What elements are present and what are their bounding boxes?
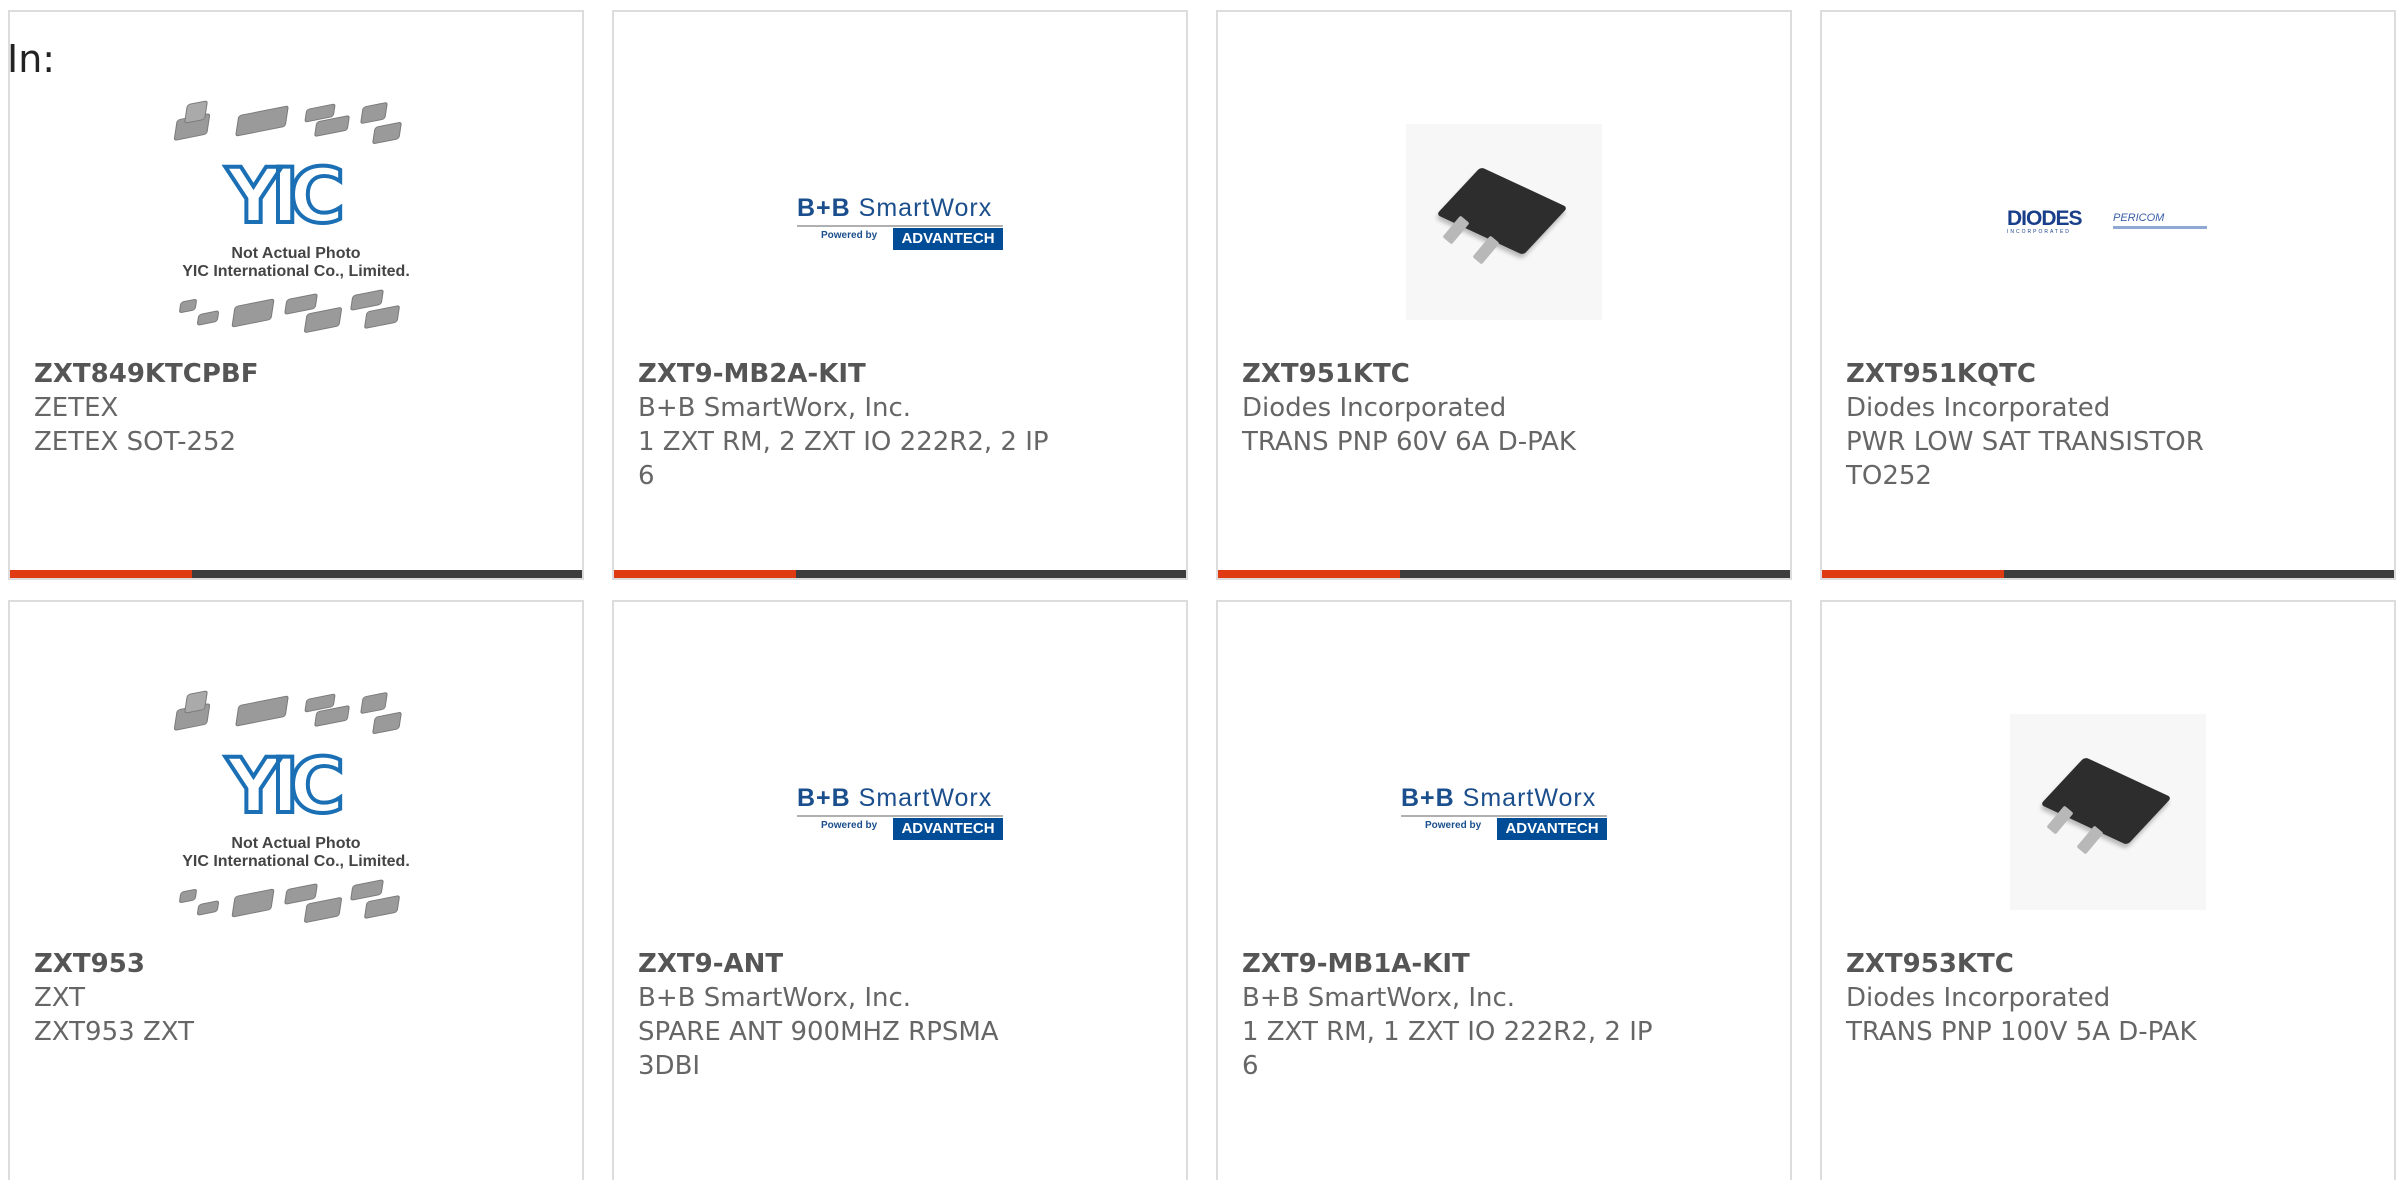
- yic-caption-1: Not Actual Photo: [231, 835, 361, 852]
- description: TRANS PNP 60V 6A D-PAK: [1242, 427, 1576, 457]
- card-bar: [614, 570, 1186, 578]
- description: PWR LOW SAT TRANSISTOR TO252: [1846, 427, 2204, 491]
- bb-logo-text: SmartWorx: [858, 194, 993, 222]
- description: ZETEX SOT-252: [34, 427, 237, 457]
- manufacturer: B+B SmartWorx, Inc.: [638, 393, 912, 423]
- card-bar-accent: [614, 570, 796, 578]
- diodes-logo-sub: INCORPORATED: [2007, 229, 2071, 235]
- yic-logo: YIC: [224, 741, 347, 830]
- part-number[interactable]: ZXT951KQTC: [1846, 357, 2036, 391]
- description: TRANS PNP 100V 5A D-PAK: [1846, 1017, 2197, 1047]
- card-bar: [1822, 570, 2394, 578]
- transistor-photo: [1406, 124, 1602, 320]
- bb-powered-by: Powered by: [1425, 820, 1482, 831]
- pericom-logo: PERICOM: [2113, 212, 2165, 224]
- description: ZXT953 ZXT: [34, 1017, 194, 1047]
- part-number[interactable]: ZXT9-MB2A-KIT: [638, 357, 866, 391]
- diodes-pericom-logo: DIODES INCORPORATED PERICOM: [2007, 207, 2209, 237]
- product-card[interactable]: DIODES INCORPORATED PERICOM ZXT951KQTC D…: [1820, 10, 2396, 580]
- part-number[interactable]: ZXT953: [34, 947, 145, 981]
- bb-powered-by: Powered by: [821, 230, 878, 241]
- manufacturer: B+B SmartWorx, Inc.: [638, 983, 912, 1013]
- product-card[interactable]: B+B SmartWorx Powered by ADVANTECH ZXT9-…: [612, 10, 1188, 580]
- part-number[interactable]: ZXT953KTC: [1846, 947, 2014, 981]
- manufacturer: B+B SmartWorx, Inc.: [1242, 983, 1516, 1013]
- card-bar: [1218, 570, 1790, 578]
- product-grid: YIC Not Actual Photo YIC International C…: [0, 0, 2400, 1180]
- bb-logo-text: SmartWorx: [1462, 784, 1597, 812]
- product-card[interactable]: ZXT953KTC Diodes Incorporated TRANS PNP …: [1820, 600, 2396, 1180]
- product-image[interactable]: B+B SmartWorx Powered by ADVANTECH: [614, 92, 1186, 352]
- yic-caption-2: YIC International Co., Limited.: [182, 263, 410, 280]
- advantech-badge: ADVANTECH: [893, 228, 1003, 250]
- yic-placeholder-image: YIC Not Actual Photo YIC International C…: [146, 690, 446, 932]
- bb-smartworx-logo: B+B SmartWorx Powered by ADVANTECH: [797, 194, 1003, 250]
- product-card[interactable]: B+B SmartWorx Powered by ADVANTECH ZXT9-…: [1216, 600, 1792, 1180]
- product-image[interactable]: B+B SmartWorx Powered by ADVANTECH: [1218, 682, 1790, 942]
- description: 1 ZXT RM, 1 ZXT IO 222R2, 2 IP 6: [1242, 1017, 1653, 1081]
- card-bar-accent: [1218, 570, 1400, 578]
- yic-caption-2: YIC International Co., Limited.: [182, 853, 410, 870]
- description: 1 ZXT RM, 2 ZXT IO 222R2, 2 IP 6: [638, 427, 1049, 491]
- product-image[interactable]: [1218, 92, 1790, 352]
- bb-powered-by: Powered by: [821, 820, 878, 831]
- advantech-badge: ADVANTECH: [1497, 818, 1607, 840]
- card-bar-accent: [10, 570, 192, 578]
- card-bar-accent: [1822, 570, 2004, 578]
- diodes-logo: DIODES: [2007, 207, 2083, 230]
- bb-smartworx-logo: B+B SmartWorx Powered by ADVANTECH: [1401, 784, 1607, 840]
- manufacturer: ZXT: [34, 983, 86, 1013]
- product-card[interactable]: ZXT951KTC Diodes Incorporated TRANS PNP …: [1216, 10, 1792, 580]
- product-image[interactable]: YIC Not Actual Photo YIC International C…: [10, 92, 582, 352]
- product-image[interactable]: DIODES INCORPORATED PERICOM: [1822, 92, 2394, 352]
- part-number[interactable]: ZXT9-ANT: [638, 947, 783, 981]
- advantech-badge: ADVANTECH: [893, 818, 1003, 840]
- bb-logo-bold: B+B: [797, 784, 851, 812]
- part-number[interactable]: ZXT951KTC: [1242, 357, 1410, 391]
- bb-smartworx-logo: B+B SmartWorx Powered by ADVANTECH: [797, 784, 1003, 840]
- card-bar: [10, 570, 582, 578]
- part-number[interactable]: ZXT849KTCPBF: [34, 357, 259, 391]
- manufacturer: ZETEX: [34, 393, 119, 423]
- in-label: In:: [7, 37, 56, 81]
- bb-logo-bold: B+B: [1401, 784, 1455, 812]
- manufacturer: Diodes Incorporated: [1846, 393, 2111, 423]
- product-image[interactable]: B+B SmartWorx Powered by ADVANTECH: [614, 682, 1186, 942]
- product-card[interactable]: B+B SmartWorx Powered by ADVANTECH ZXT9-…: [612, 600, 1188, 1180]
- yic-placeholder-image: YIC Not Actual Photo YIC International C…: [146, 100, 446, 342]
- transistor-photo: [2010, 714, 2206, 910]
- product-image[interactable]: YIC Not Actual Photo YIC International C…: [10, 682, 582, 942]
- bb-logo-text: SmartWorx: [858, 784, 993, 812]
- yic-caption-1: Not Actual Photo: [231, 245, 361, 262]
- manufacturer: Diodes Incorporated: [1242, 393, 1507, 423]
- manufacturer: Diodes Incorporated: [1846, 983, 2111, 1013]
- product-image[interactable]: [1822, 682, 2394, 942]
- product-card[interactable]: YIC Not Actual Photo YIC International C…: [8, 600, 584, 1180]
- description: SPARE ANT 900MHZ RPSMA 3DBI: [638, 1017, 999, 1081]
- yic-logo: YIC: [224, 151, 347, 240]
- product-card[interactable]: YIC Not Actual Photo YIC International C…: [8, 10, 584, 580]
- bb-logo-bold: B+B: [797, 194, 851, 222]
- part-number[interactable]: ZXT9-MB1A-KIT: [1242, 947, 1470, 981]
